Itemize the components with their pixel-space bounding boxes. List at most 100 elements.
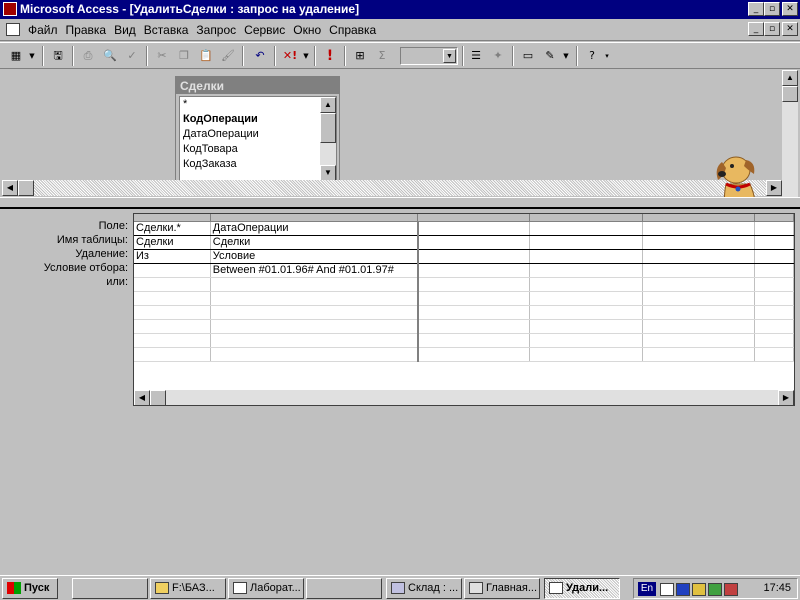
grid-cell-or[interactable] xyxy=(529,277,643,292)
grid-cell[interactable] xyxy=(642,333,755,348)
grid-cell-or[interactable] xyxy=(642,277,755,292)
scroll-thumb[interactable] xyxy=(782,86,798,102)
grid-cell-delete[interactable]: Условие xyxy=(210,249,419,264)
column-selector[interactable] xyxy=(210,214,419,222)
table-pane[interactable]: Сделки * КодОперации ДатаОперации КодТов… xyxy=(0,70,800,197)
start-button[interactable]: Пуск xyxy=(2,578,58,599)
grid-cell[interactable] xyxy=(417,319,531,334)
grid-cell-delete[interactable]: Из xyxy=(134,249,211,264)
help-dropdown-icon[interactable]: ▾ xyxy=(602,46,612,66)
field-item[interactable]: КодТовара xyxy=(180,142,336,157)
grid-cell[interactable] xyxy=(642,291,755,306)
table-field-list[interactable]: Сделки * КодОперации ДатаОперации КодТов… xyxy=(175,76,340,182)
grid-cell-or[interactable] xyxy=(417,277,531,292)
copy-icon[interactable]: ❐ xyxy=(174,46,194,66)
field-item[interactable]: КодЗаказа xyxy=(180,157,336,172)
document-icon[interactable] xyxy=(6,23,20,36)
paste-icon[interactable]: 📋 xyxy=(196,46,216,66)
grid-cell-delete[interactable] xyxy=(529,249,643,264)
access-app-icon[interactable] xyxy=(3,2,17,16)
grid-cell[interactable] xyxy=(642,319,755,334)
grid-cell[interactable] xyxy=(134,291,211,306)
grid-cell[interactable] xyxy=(529,319,643,334)
scroll-right-icon[interactable]: ▶ xyxy=(778,390,794,405)
grid-cell-criteria[interactable] xyxy=(134,263,211,278)
tray-check-icon[interactable] xyxy=(708,583,722,596)
grid-cell[interactable] xyxy=(210,319,419,334)
scroll-down-icon[interactable]: ▼ xyxy=(320,165,336,181)
grid-cell-or[interactable] xyxy=(754,277,794,292)
tray-tool-icon[interactable] xyxy=(692,583,706,596)
menu-help[interactable]: Справка xyxy=(329,23,376,37)
grid-cell[interactable] xyxy=(417,291,531,306)
grid-cell-or[interactable] xyxy=(134,277,211,292)
taskbar-task[interactable]: Лаборат... xyxy=(228,578,304,599)
taskbar-task[interactable]: F:\БАЗ... xyxy=(150,578,226,599)
view-icon[interactable]: ▦ xyxy=(6,46,26,66)
grid-cell-field[interactable]: Сделки.* xyxy=(134,221,211,236)
grid-cell[interactable] xyxy=(529,347,643,362)
grid-cell[interactable] xyxy=(134,305,211,320)
scroll-thumb[interactable] xyxy=(150,390,166,405)
column-selector[interactable] xyxy=(529,214,643,222)
grid-cell[interactable] xyxy=(417,305,531,320)
grid-cell-table[interactable] xyxy=(417,235,531,250)
field-item[interactable]: КодОперации xyxy=(180,112,336,127)
upper-vertical-scrollbar[interactable]: ▲ xyxy=(782,70,798,197)
tray-monitor-icon[interactable] xyxy=(676,583,690,596)
grid-cell-criteria[interactable] xyxy=(642,263,755,278)
column-selector[interactable] xyxy=(417,214,531,222)
spelling-icon[interactable]: ✓ xyxy=(122,46,142,66)
query-type-dropdown-icon[interactable]: ▼ xyxy=(300,46,312,66)
taskbar-task[interactable]: Склад : ... xyxy=(386,578,462,599)
save-icon[interactable]: 🖫 xyxy=(48,46,68,66)
doc-close-button[interactable]: ✕ xyxy=(782,22,798,36)
print-preview-icon[interactable]: 🔍 xyxy=(100,46,120,66)
column-selector[interactable] xyxy=(642,214,755,222)
grid-cell[interactable] xyxy=(529,305,643,320)
menu-tools[interactable]: Сервис xyxy=(244,23,285,37)
menu-query[interactable]: Запрос xyxy=(196,23,236,37)
view-dropdown-icon[interactable]: ▼ xyxy=(26,46,38,66)
design-grid[interactable]: Сделки.* ДатаОперации Сделки Сделки Из У… xyxy=(133,213,795,406)
taskbar-task[interactable] xyxy=(72,578,148,599)
grid-cell[interactable] xyxy=(417,333,531,348)
grid-cell[interactable] xyxy=(754,291,794,306)
grid-cell[interactable] xyxy=(754,305,794,320)
grid-horizontal-scrollbar[interactable]: ◀ ▶ xyxy=(134,390,794,405)
database-window-icon[interactable]: ▭ xyxy=(518,46,538,66)
field-listbox[interactable]: * КодОперации ДатаОперации КодТовара Код… xyxy=(179,96,337,182)
new-object-icon[interactable]: ✎ xyxy=(540,46,560,66)
grid-cell[interactable] xyxy=(529,291,643,306)
taskbar-task-active[interactable]: Удали... xyxy=(544,578,620,599)
help-icon[interactable]: ? xyxy=(582,46,602,66)
doc-restore-button[interactable]: ▫ xyxy=(764,22,780,36)
run-icon[interactable]: ! xyxy=(320,46,340,66)
field-list-scrollbar[interactable]: ▲ ▼ xyxy=(320,97,336,181)
scroll-thumb[interactable] xyxy=(320,113,336,143)
grid-cell-delete[interactable] xyxy=(754,249,794,264)
grid-cell-delete[interactable] xyxy=(417,249,531,264)
top-values-combo[interactable]: ▼ xyxy=(400,47,458,65)
column-selector[interactable] xyxy=(754,214,794,222)
taskbar-task[interactable]: Главная... xyxy=(464,578,540,599)
grid-cell-or[interactable] xyxy=(210,277,419,292)
field-item[interactable]: ДатаОперации xyxy=(180,127,336,142)
grid-cell-criteria[interactable] xyxy=(529,263,643,278)
grid-cell[interactable] xyxy=(529,333,643,348)
scroll-up-icon[interactable]: ▲ xyxy=(782,70,798,86)
query-type-delete-icon[interactable]: ✕! xyxy=(280,46,300,66)
new-object-dropdown-icon[interactable]: ▼ xyxy=(560,46,572,66)
grid-cell[interactable] xyxy=(642,305,755,320)
minimize-button[interactable]: _ xyxy=(748,2,764,16)
scroll-thumb[interactable] xyxy=(18,180,34,196)
chevron-down-icon[interactable]: ▼ xyxy=(443,49,456,63)
tray-mail-icon[interactable] xyxy=(724,583,738,596)
scroll-left-icon[interactable]: ◀ xyxy=(2,180,18,196)
grid-cell-field[interactable]: ДатаОперации xyxy=(210,221,419,236)
pane-splitter[interactable] xyxy=(0,197,800,209)
grid-cell-table[interactable] xyxy=(754,235,794,250)
grid-cell-table[interactable] xyxy=(642,235,755,250)
grid-cell-table[interactable] xyxy=(529,235,643,250)
column-selector[interactable] xyxy=(134,214,211,222)
